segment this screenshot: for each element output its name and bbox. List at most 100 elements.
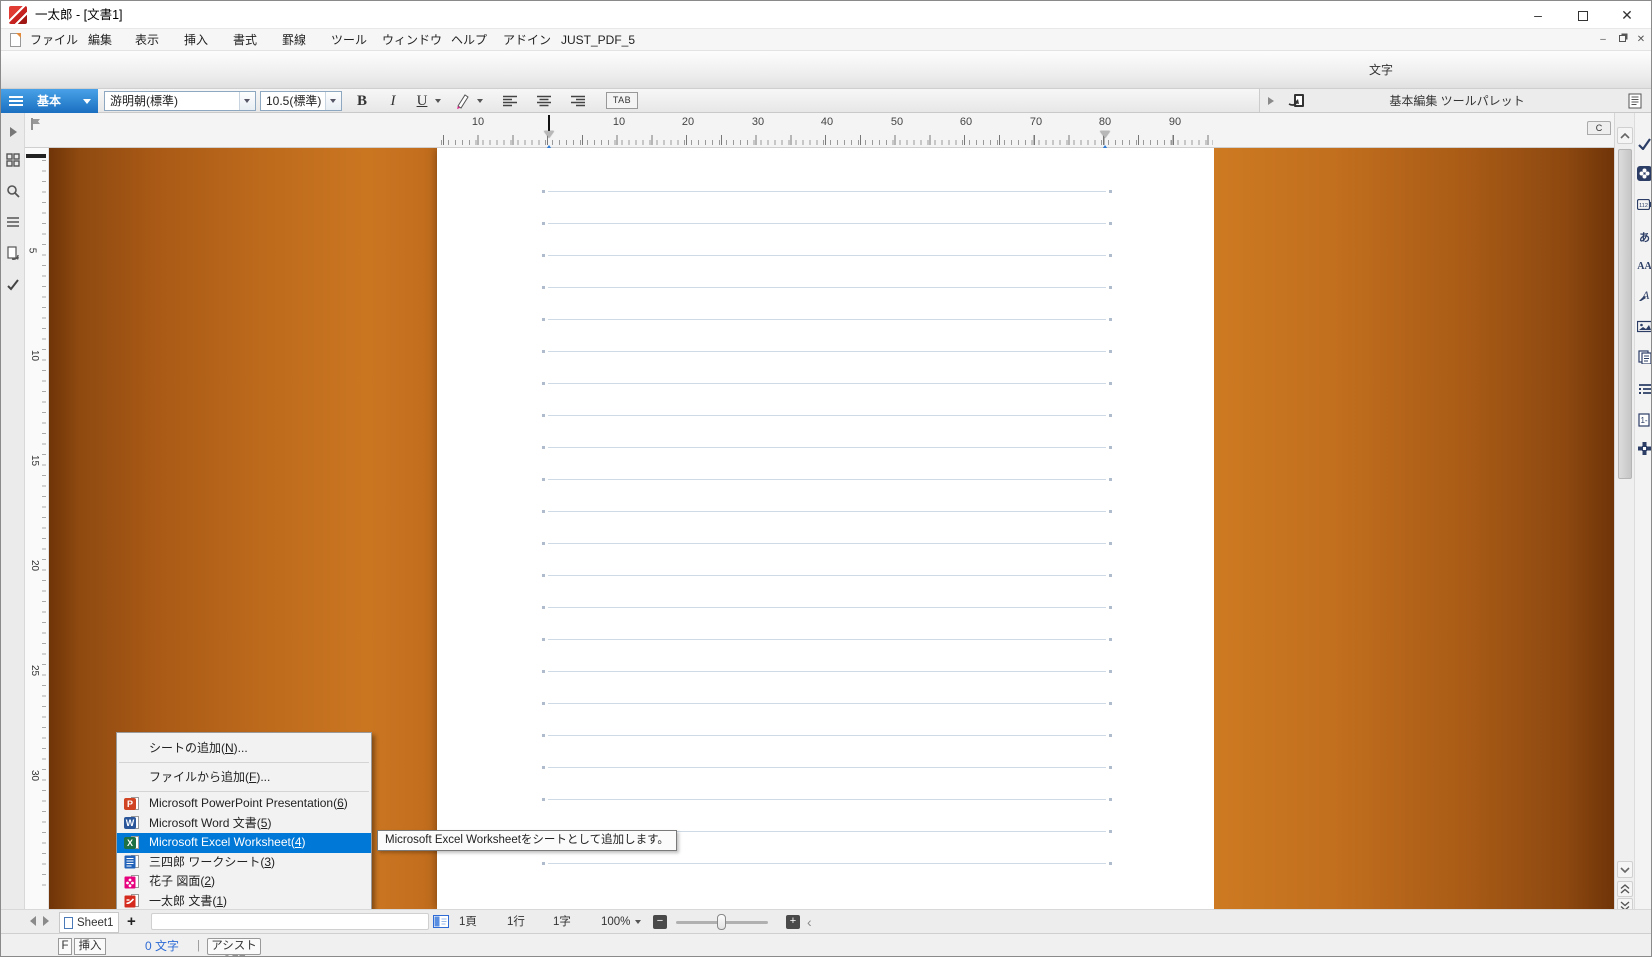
application-window: 一太郎 - [文書1] – ✕ ファイル 編集 表示 挿入 書式 罫線 ツール … bbox=[0, 0, 1652, 957]
check-icon[interactable] bbox=[6, 278, 20, 292]
menu-window[interactable]: ウィンドウ bbox=[378, 29, 446, 51]
zoom-in-button[interactable]: + bbox=[786, 915, 800, 929]
vertical-ruler[interactable]: 5 10 15 20 25 30 bbox=[25, 148, 49, 909]
corner-tab[interactable]: C bbox=[1587, 121, 1611, 135]
underline-button[interactable]: U bbox=[411, 91, 433, 111]
document-page[interactable] bbox=[437, 148, 1214, 909]
page-number-palette-icon[interactable]: 1- bbox=[1637, 412, 1652, 427]
zoom-out-button[interactable]: − bbox=[653, 915, 667, 929]
size-dropdown-icon[interactable] bbox=[325, 92, 341, 110]
ruled-line bbox=[548, 415, 1106, 416]
menu-border[interactable]: 罫線 bbox=[278, 29, 310, 51]
menu-item-add-sheet[interactable]: シートの追加(N)... bbox=[117, 736, 371, 760]
flag-icon[interactable] bbox=[29, 117, 42, 131]
ruler-number: 50 bbox=[891, 116, 903, 128]
pen-dropdown-icon[interactable] bbox=[477, 99, 483, 106]
font-dropdown-icon[interactable] bbox=[239, 92, 255, 110]
menu-file[interactable]: ファイル bbox=[26, 29, 82, 51]
align-right-button[interactable] bbox=[566, 91, 590, 111]
align-left-button[interactable] bbox=[498, 91, 522, 111]
layout-grid-palette-icon[interactable] bbox=[1637, 441, 1652, 456]
vertical-scrollbar[interactable] bbox=[1614, 113, 1634, 909]
font-size-select[interactable]: 10.5(標準) bbox=[260, 91, 342, 111]
sheet-tab[interactable]: Sheet1 bbox=[59, 912, 119, 933]
ruled-line bbox=[548, 703, 1106, 704]
menu-item-word[interactable]: W Microsoft Word 文書(5) bbox=[117, 814, 371, 834]
menu-item-powerpoint[interactable]: P Microsoft PowerPoint Presentation(6) bbox=[117, 794, 371, 814]
tab-button[interactable]: TAB bbox=[606, 92, 638, 109]
align-center-button[interactable] bbox=[532, 91, 556, 111]
left-toolbar bbox=[1, 113, 25, 909]
horizontal-scrollbar[interactable] bbox=[151, 913, 429, 930]
decoration-palette-icon[interactable]: A bbox=[1637, 287, 1652, 302]
pages-palette-icon[interactable] bbox=[1637, 349, 1652, 364]
page-jump-icon[interactable] bbox=[6, 246, 20, 260]
highlight-pen-button[interactable] bbox=[451, 91, 475, 111]
tooltip: Microsoft Excel Worksheetをシートとして追加します。 bbox=[377, 830, 677, 851]
menu-edit[interactable]: 編集 bbox=[84, 29, 116, 51]
zoom-slider-thumb[interactable] bbox=[717, 914, 726, 930]
italic-button[interactable]: I bbox=[382, 91, 404, 111]
ruled-line bbox=[548, 639, 1106, 640]
phrase-counter-icon[interactable]: 112 bbox=[1637, 197, 1652, 212]
ichitaro-doc-icon bbox=[124, 894, 139, 909]
ruler-number: 25 bbox=[29, 665, 40, 676]
collapse-statusbar-button[interactable]: ‹ bbox=[807, 910, 812, 934]
menu-item-excel[interactable]: X Microsoft Excel Worksheet(4) bbox=[117, 833, 371, 853]
underline-dropdown-icon[interactable] bbox=[435, 99, 441, 106]
minimize-button[interactable]: – bbox=[1521, 1, 1555, 29]
menu-item-hanako[interactable]: 花子 図面(2) bbox=[117, 872, 371, 892]
menu-addin[interactable]: アドイン bbox=[499, 29, 555, 51]
menu-item-sanshiro[interactable]: 三四郎 ワークシート(3) bbox=[117, 853, 371, 873]
ruler-number: 70 bbox=[1030, 116, 1042, 128]
palette-doc-icon[interactable] bbox=[1628, 93, 1642, 109]
zoom-dropdown-icon[interactable] bbox=[635, 920, 641, 927]
desk-background-right bbox=[1214, 148, 1614, 909]
menu-insert[interactable]: 挿入 bbox=[180, 29, 212, 51]
app-logo-icon bbox=[9, 6, 27, 24]
outline-list-icon[interactable] bbox=[6, 215, 20, 229]
f-indicator: F bbox=[58, 938, 72, 955]
prev-sheet-arrow-icon[interactable] bbox=[25, 916, 36, 926]
child-minimize-button[interactable]: – bbox=[1595, 32, 1611, 48]
close-button[interactable]: ✕ bbox=[1610, 1, 1644, 29]
assist-off-button[interactable]: アシストOFF bbox=[207, 938, 261, 955]
page-grid-icon[interactable] bbox=[6, 153, 20, 167]
zoom-level[interactable]: 100% bbox=[601, 910, 630, 934]
menu-tools[interactable]: ツール bbox=[327, 29, 371, 51]
ruler-number: 30 bbox=[752, 116, 764, 128]
previous-page-button[interactable] bbox=[1617, 881, 1633, 897]
font-select[interactable]: 游明朝(標準) bbox=[104, 91, 256, 111]
child-close-button[interactable]: ✕ bbox=[1633, 32, 1649, 48]
menu-help[interactable]: ヘルプ bbox=[447, 29, 491, 51]
ruler-number: 90 bbox=[1169, 116, 1181, 128]
next-sheet-arrow-icon[interactable] bbox=[43, 916, 54, 926]
ruled-line bbox=[548, 319, 1106, 320]
menu-separator bbox=[119, 762, 369, 763]
ruled-line bbox=[548, 767, 1106, 768]
scroll-down-button[interactable] bbox=[1617, 861, 1633, 878]
font-palette-icon[interactable]: AA bbox=[1637, 259, 1652, 274]
menu-just-pdf[interactable]: JUST_PDF_5 bbox=[557, 29, 639, 51]
image-palette-icon[interactable] bbox=[1637, 319, 1652, 334]
expand-panel-icon[interactable] bbox=[6, 125, 20, 139]
menu-item-add-from-file[interactable]: ファイルから追加(F)... bbox=[117, 765, 371, 789]
insert-mode-indicator[interactable]: 挿入 bbox=[74, 938, 106, 955]
add-sheet-button[interactable]: + bbox=[127, 910, 136, 934]
clover-palette-icon[interactable] bbox=[1637, 166, 1652, 181]
scroll-up-button[interactable] bbox=[1617, 127, 1633, 144]
child-restore-button[interactable] bbox=[1614, 32, 1630, 48]
outline-palette-icon[interactable] bbox=[1637, 381, 1652, 396]
bold-button[interactable]: B bbox=[351, 91, 373, 111]
maximize-button[interactable] bbox=[1566, 1, 1600, 29]
kana-palette-icon[interactable]: あ bbox=[1637, 229, 1652, 244]
view-layout-icon[interactable] bbox=[433, 915, 449, 928]
menu-format[interactable]: 書式 bbox=[229, 29, 261, 51]
zoom-search-icon[interactable] bbox=[6, 184, 20, 198]
document-icon[interactable] bbox=[10, 33, 21, 47]
scrollbar-thumb[interactable] bbox=[1618, 149, 1632, 479]
menu-view[interactable]: 表示 bbox=[131, 29, 163, 51]
horizontal-ruler[interactable]: 10 10 20 30 40 50 60 70 80 90 C bbox=[25, 113, 1614, 148]
style-selector[interactable]: 基本 bbox=[1, 89, 98, 113]
proof-check-icon[interactable] bbox=[1637, 136, 1652, 151]
